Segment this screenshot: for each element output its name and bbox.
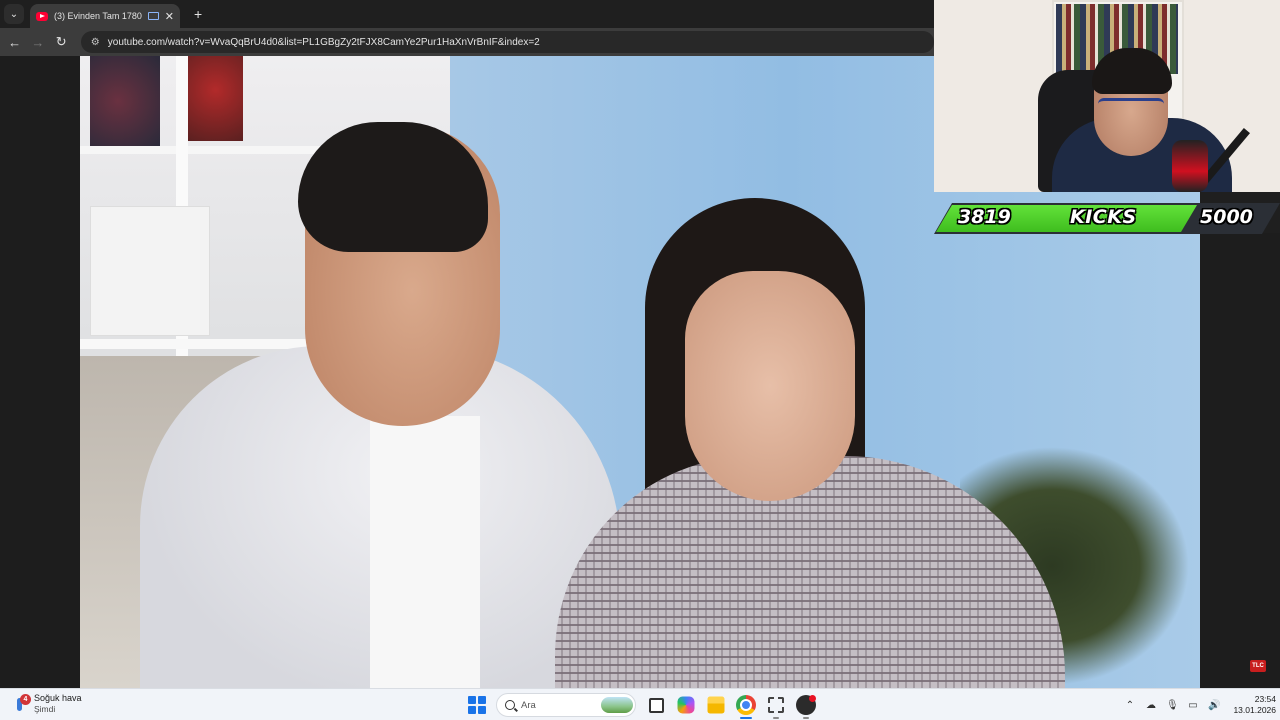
weather-subtitle: Şimdi bbox=[34, 704, 56, 714]
cloud-icon[interactable]: ☁ bbox=[1145, 700, 1157, 711]
video-letterbox-left bbox=[0, 56, 80, 688]
reload-button[interactable]: ↻ bbox=[50, 34, 73, 50]
search-icon bbox=[505, 700, 515, 710]
video-man-tshirt bbox=[370, 416, 480, 688]
start-icon[interactable] bbox=[468, 696, 486, 714]
desktop: ⌄ (3) Evinden Tam 1780 Tane ✕ + ← → ↻ ⚙ … bbox=[0, 0, 1280, 720]
copilot-icon[interactable] bbox=[677, 696, 695, 714]
webcam-microphone bbox=[1172, 140, 1208, 192]
tab-search-menu-button[interactable]: ⌄ bbox=[4, 4, 24, 24]
channel-logo: TLC bbox=[1250, 660, 1266, 672]
browser-toolbar: ← → ↻ ⚙ youtube.com/watch?v=WvaQqBrU4d0&… bbox=[0, 28, 935, 56]
webcam-glasses bbox=[1098, 98, 1164, 114]
obs-icon[interactable] bbox=[796, 695, 816, 719]
taskbar-search[interactable]: Ara bbox=[496, 693, 636, 717]
video-woman-face bbox=[685, 271, 855, 501]
weather-badge: 4 bbox=[20, 694, 31, 705]
cast-icon bbox=[147, 12, 159, 20]
new-tab-button[interactable]: + bbox=[194, 6, 202, 22]
webcam-overlay bbox=[934, 0, 1280, 192]
video-figurine-red bbox=[188, 56, 243, 141]
url-text[interactable]: youtube.com/watch?v=WvaQqBrU4d0&list=PL1… bbox=[108, 37, 540, 48]
close-tab-icon[interactable]: ✕ bbox=[165, 10, 174, 23]
microphone-icon[interactable]: 🎙 bbox=[1166, 700, 1179, 711]
kicks-target: 5000 bbox=[1200, 206, 1253, 228]
chevron-down-icon: ⌄ bbox=[9, 8, 19, 20]
clock-date: 13.01.2026 bbox=[1233, 705, 1276, 715]
kicks-goal-bar: 3819 KICKS 5000 bbox=[934, 203, 1280, 234]
weather-widget[interactable]: 4 Soğuk hava Şimdi bbox=[12, 693, 82, 715]
taskbar: 4 Soğuk hava Şimdi Ara ⌃ ☁ 🎙 ▭ 🔊 23:54 1… bbox=[0, 688, 1280, 720]
browser-tab-strip: ⌄ (3) Evinden Tam 1780 Tane ✕ + bbox=[0, 0, 934, 28]
clock-time: 23:54 bbox=[1254, 694, 1276, 704]
browser-tab-active[interactable]: (3) Evinden Tam 1780 Tane ✕ bbox=[30, 4, 180, 28]
video-box bbox=[90, 206, 210, 336]
kicks-current: 3819 bbox=[958, 206, 1011, 228]
weather-title: Soğuk hava bbox=[34, 693, 82, 703]
site-info-icon[interactable]: ⚙ bbox=[91, 37, 100, 48]
back-button[interactable]: ← bbox=[3, 35, 26, 50]
kicks-label: KICKS bbox=[1070, 206, 1137, 228]
search-highlight-image bbox=[601, 697, 633, 713]
forward-button[interactable]: → bbox=[26, 35, 49, 50]
chrome-icon[interactable] bbox=[736, 695, 756, 719]
display-icon[interactable]: ▭ bbox=[1187, 700, 1199, 711]
taskbar-apps: Ara bbox=[468, 693, 816, 719]
search-placeholder: Ara bbox=[521, 699, 536, 711]
task-view-icon[interactable] bbox=[646, 695, 666, 715]
thermometer-icon: 4 bbox=[12, 694, 31, 712]
video-figurine bbox=[90, 56, 160, 146]
taskbar-clock[interactable]: 23:54 13.01.2026 bbox=[1224, 694, 1276, 716]
youtube-icon bbox=[36, 11, 48, 21]
file-explorer-icon[interactable] bbox=[707, 696, 725, 714]
video-letterbox-right bbox=[1200, 233, 1280, 688]
address-bar[interactable]: ⚙ youtube.com/watch?v=WvaQqBrU4d0&list=P… bbox=[80, 31, 935, 53]
chevron-up-icon[interactable]: ⌃ bbox=[1124, 700, 1136, 711]
tab-title: (3) Evinden Tam 1780 Tane bbox=[54, 11, 142, 21]
volume-icon[interactable]: 🔊 bbox=[1208, 700, 1220, 711]
snipping-tool-icon[interactable] bbox=[766, 695, 786, 719]
system-tray: ⌃ ☁ 🎙 ▭ 🔊 bbox=[1124, 693, 1221, 717]
